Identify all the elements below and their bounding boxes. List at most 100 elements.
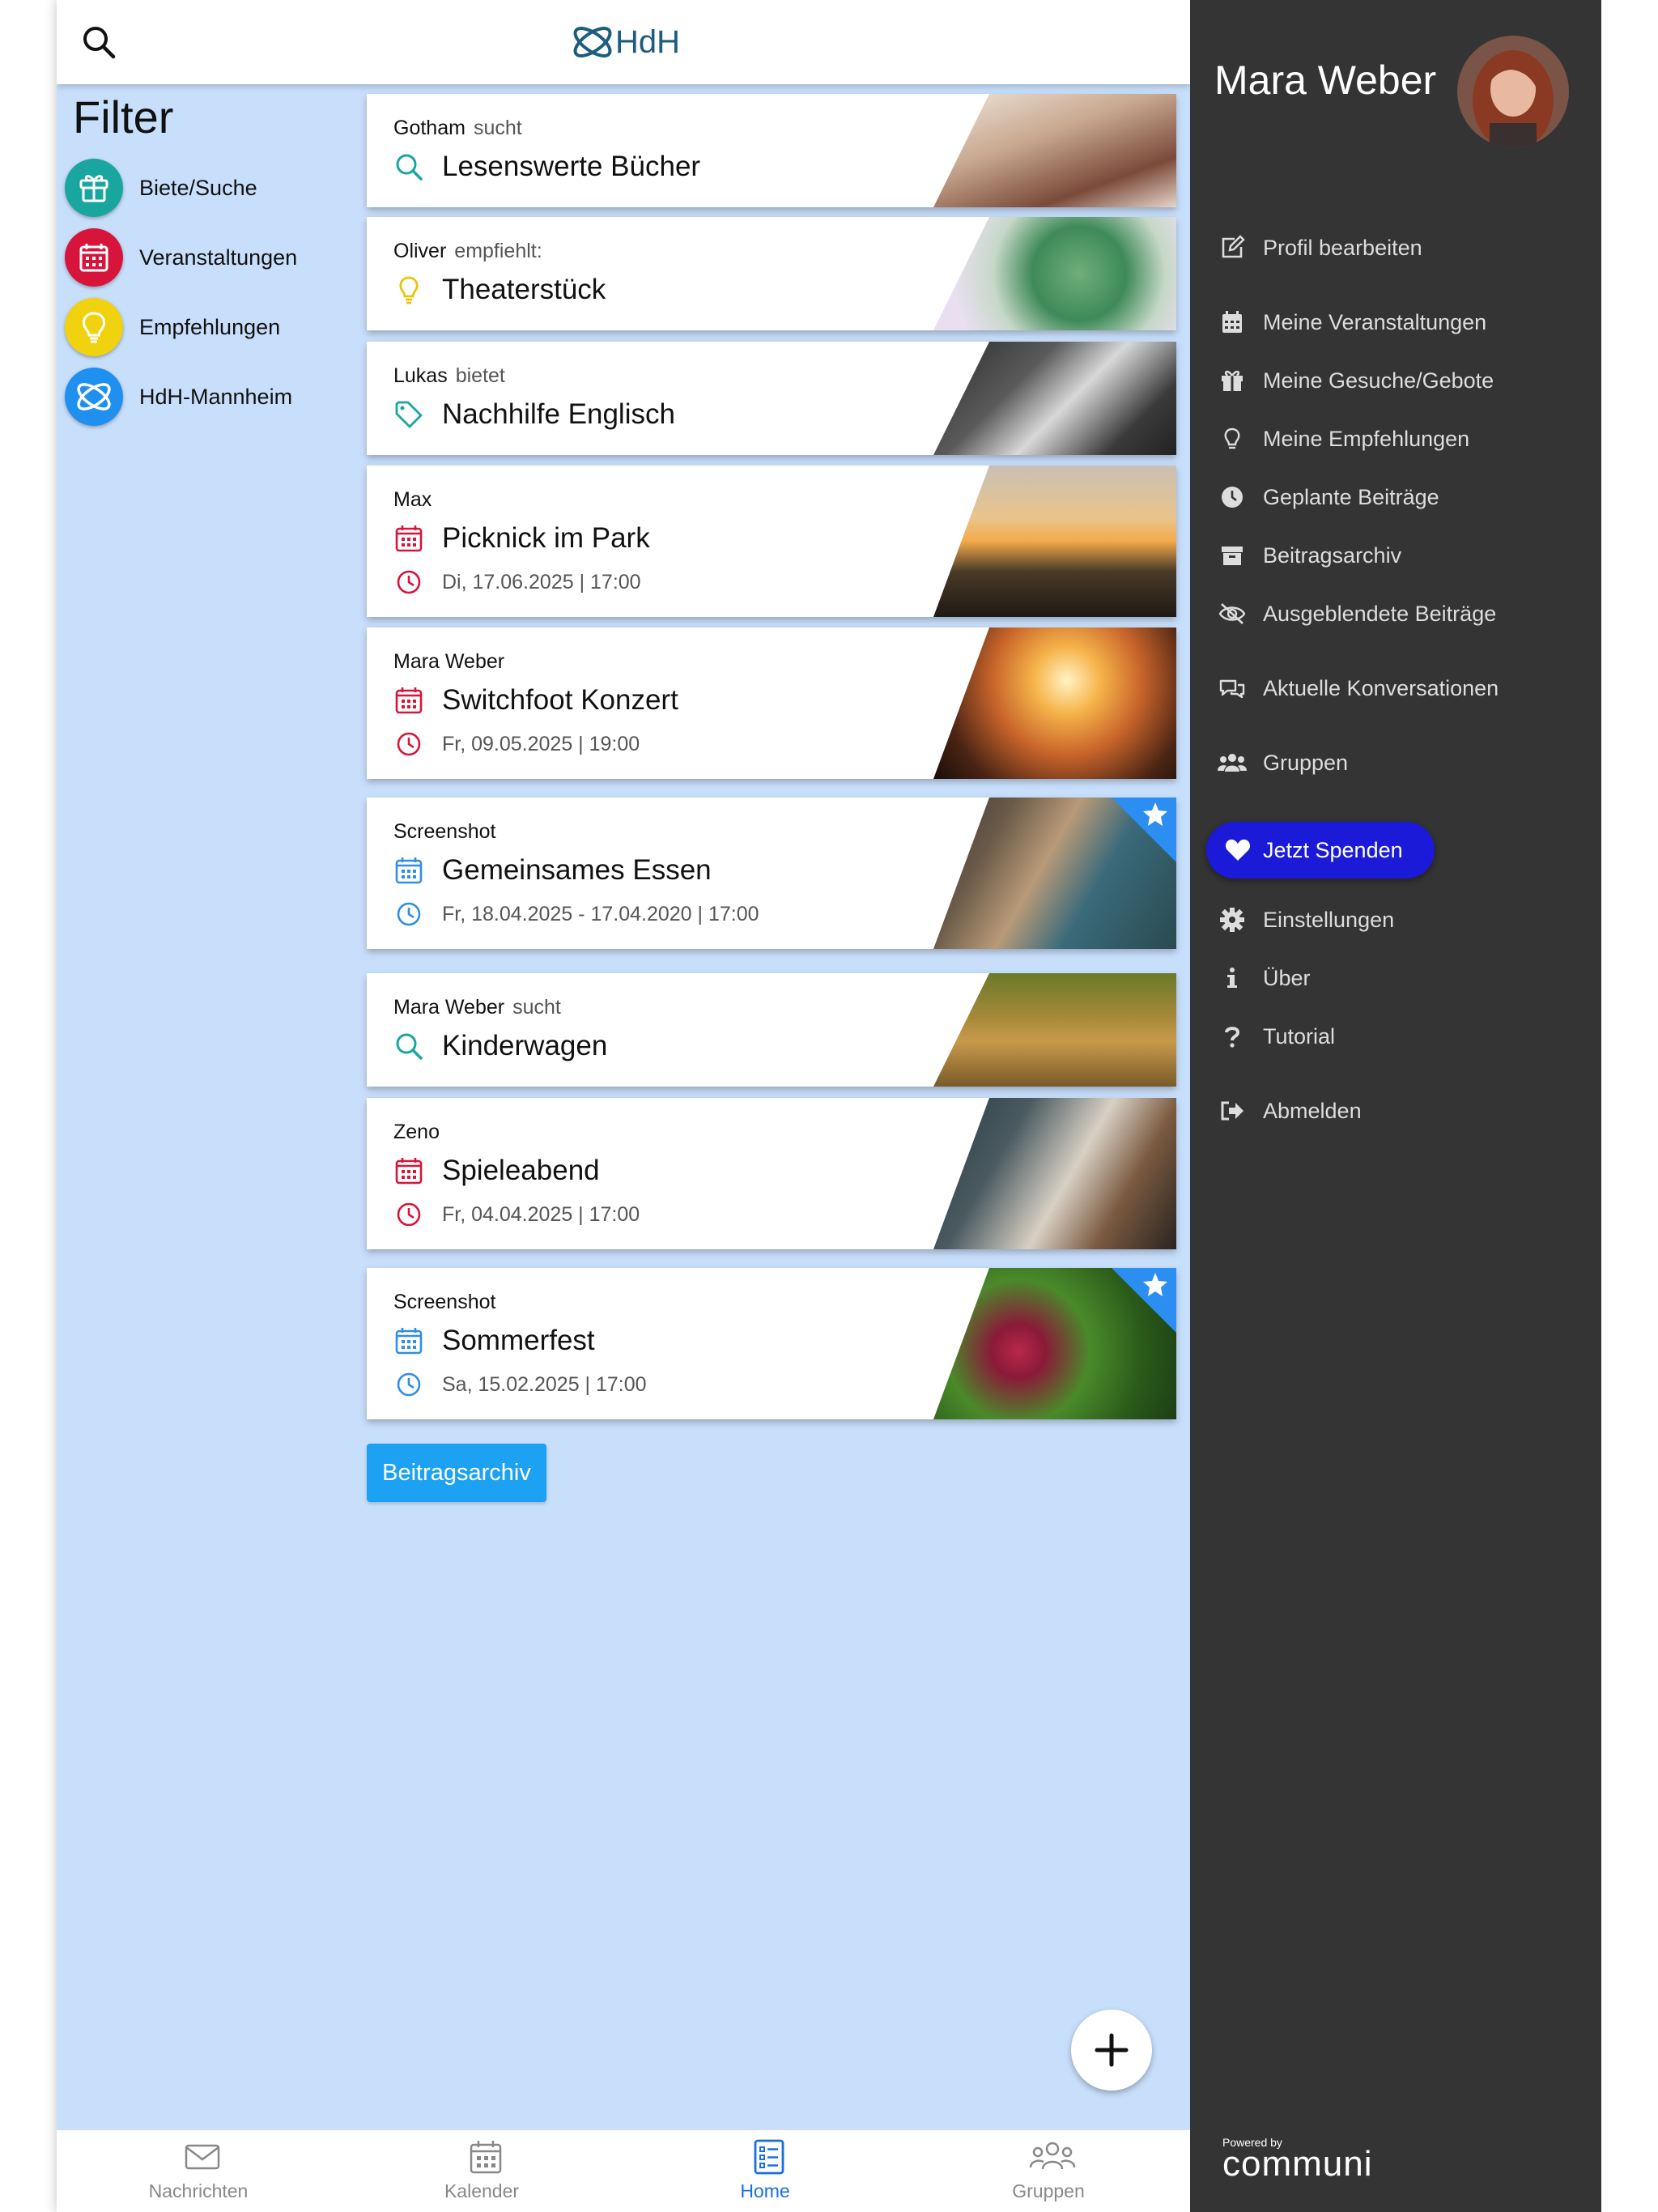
calendar-icon [395, 687, 423, 714]
menu-label: Über [1263, 965, 1311, 990]
communi-branding: Powered by communi [1222, 2136, 1373, 2184]
post-author: Lukas bietet [393, 364, 505, 387]
avatar[interactable] [1457, 36, 1569, 147]
clock-icon [1222, 487, 1243, 508]
archive-icon [1222, 547, 1243, 565]
post-title: Theaterstück [442, 274, 606, 305]
eye-slash-icon [1218, 603, 1246, 624]
post-title: Spieleabend [442, 1155, 600, 1186]
filter-hdh-mannheim[interactable]: HdH-Mannheim [65, 364, 372, 429]
post-image-concert [933, 627, 1176, 779]
menu-meine-empfehlungen[interactable]: Meine Empfehlungen [1218, 424, 1469, 453]
search-button[interactable] [79, 23, 120, 63]
post-card[interactable]: Gotham sucht Lesenswerte Bücher [367, 94, 1176, 207]
post-card[interactable]: Max Picknick im Park Di, 17.06.2025 | 17… [367, 466, 1176, 617]
logout-icon [1221, 1101, 1244, 1121]
avatar-image [1457, 36, 1569, 147]
post-title: Kinderwagen [442, 1030, 608, 1061]
logo-text: HdH [615, 24, 681, 60]
nav-gruppen[interactable]: Gruppen [907, 2130, 1190, 2212]
calendar-icon [395, 1328, 423, 1355]
hdh-logo: HdH [568, 18, 682, 66]
nav-home[interactable]: Home [623, 2130, 907, 2212]
post-card[interactable]: Screenshot Sommerfest Sa, 15.02.2025 | 1… [367, 1268, 1176, 1419]
menu-label: Einstellungen [1263, 907, 1395, 932]
menu-ausgeblendete-beitraege[interactable]: Ausgeblendete Beiträge [1218, 599, 1496, 628]
donate-button[interactable]: Jetzt Spenden [1206, 822, 1435, 878]
nav-nachrichten[interactable]: Nachrichten [57, 2130, 340, 2212]
post-card[interactable]: Oliver empfiehlt: Theaterstück [367, 217, 1176, 330]
post-card[interactable]: Mara Weber sucht Kinderwagen [367, 973, 1176, 1087]
menu-meine-gesuche[interactable]: Meine Gesuche/Gebote [1218, 366, 1494, 395]
calendar-icon [395, 857, 423, 884]
filter-veranstaltungen[interactable]: Veranstaltungen [65, 225, 372, 290]
add-post-button[interactable] [1071, 2010, 1152, 2091]
post-title: Switchfoot Konzert [442, 684, 678, 716]
menu-label: Profil bearbeiten [1263, 235, 1422, 260]
post-title: Picknick im Park [442, 522, 650, 554]
menu-label: Gruppen [1263, 750, 1349, 775]
nav-kalender[interactable]: Kalender [340, 2130, 623, 2212]
menu-tutorial[interactable]: Tutorial [1218, 1022, 1335, 1051]
calendar-icon [65, 228, 123, 287]
post-author: Mara Weber sucht [393, 996, 561, 1019]
menu-label: Meine Empfehlungen [1263, 426, 1470, 451]
main-app-panel: HdH Filter Biete/Suche Veranstaltungen E… [57, 0, 1190, 2212]
envelope-icon [185, 2144, 220, 2170]
user-sidebar: Mara Weber Profil bearbeiten Meine Veran… [1190, 0, 1601, 2212]
post-image-park [933, 466, 1176, 617]
star-badge-icon [1112, 1268, 1176, 1333]
menu-label: Tutorial [1263, 1023, 1336, 1049]
post-author: Mara Weber [393, 650, 505, 673]
info-icon [1227, 968, 1237, 988]
menu-ueber[interactable]: Über [1218, 963, 1311, 993]
post-image-book [933, 94, 1176, 207]
post-author: Gotham sucht [393, 117, 522, 139]
menu-geplante-beitraege[interactable]: Geplante Beiträge [1218, 483, 1439, 512]
clock-icon [397, 1372, 421, 1397]
post-verb: empfiehlt: [454, 240, 542, 262]
gear-icon [1220, 908, 1244, 932]
menu-abmelden[interactable]: Abmelden [1218, 1096, 1362, 1125]
menu-gruppen[interactable]: Gruppen [1218, 748, 1348, 777]
archive-button[interactable]: Beitragsarchiv [367, 1444, 546, 1502]
lightbulb-icon [399, 276, 419, 304]
post-title: Sommerfest [442, 1325, 595, 1356]
menu-beitragsarchiv[interactable]: Beitragsarchiv [1218, 541, 1401, 570]
post-card[interactable]: Screenshot Gemeinsames Essen Fr, 18.04.2… [367, 798, 1176, 949]
filter-label: Empfehlungen [139, 314, 281, 339]
menu-einstellungen[interactable]: Einstellungen [1218, 905, 1394, 934]
search-icon [83, 27, 116, 59]
post-card[interactable]: Mara Weber Switchfoot Konzert Fr, 09.05.… [367, 627, 1176, 779]
nav-label: Home [740, 2180, 790, 2201]
search-icon [396, 1033, 423, 1060]
menu-meine-veranstaltungen[interactable]: Meine Veranstaltungen [1218, 308, 1486, 337]
top-bar: HdH [57, 0, 1190, 84]
lightbulb-icon [65, 298, 123, 356]
post-author: Screenshot [393, 1291, 496, 1313]
lightbulb-icon [1224, 428, 1240, 449]
post-card[interactable]: Lukas bietet Nachhilfe Englisch [367, 342, 1176, 455]
menu-aktuelle-konversationen[interactable]: Aktuelle Konversationen [1218, 674, 1499, 703]
post-image-family [933, 973, 1176, 1087]
menu-label: Abmelden [1263, 1098, 1362, 1123]
menu-profil-bearbeiten[interactable]: Profil bearbeiten [1218, 233, 1422, 262]
menu-label: Geplante Beiträge [1263, 484, 1439, 509]
post-author: Max [393, 488, 432, 511]
post-date: Sa, 15.02.2025 | 17:00 [442, 1372, 647, 1396]
post-date: Di, 17.06.2025 | 17:00 [442, 570, 641, 593]
filter-empfehlungen[interactable]: Empfehlungen [65, 295, 372, 359]
menu-label: Ausgeblendete Beiträge [1263, 601, 1497, 626]
post-date: Fr, 04.04.2025 | 17:00 [442, 1202, 640, 1226]
post-date: Fr, 18.04.2025 - 17.04.2020 | 17:00 [442, 902, 759, 925]
calendar-icon [1222, 311, 1242, 333]
post-author: Oliver empfiehlt: [393, 240, 542, 262]
hdh-logo-icon [65, 368, 123, 426]
gift-icon [1222, 370, 1243, 391]
user-name: Mara Weber [1214, 57, 1437, 103]
post-card[interactable]: Zeno Spieleabend Fr, 04.04.2025 | 17:00 [367, 1098, 1176, 1249]
menu-label: Beitragsarchiv [1263, 542, 1402, 568]
filter-biete-suche[interactable]: Biete/Suche [65, 155, 372, 220]
clock-icon [397, 570, 421, 594]
post-image-succulent [933, 217, 1176, 330]
